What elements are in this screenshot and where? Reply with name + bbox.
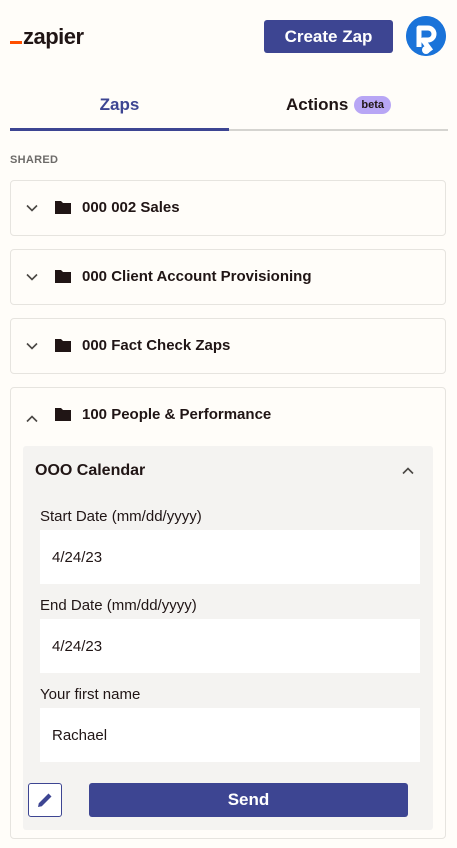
zapier-logo[interactable]: zapier [10, 24, 84, 48]
folder-icon [55, 339, 71, 352]
folder-name: 000 Fact Check Zaps [82, 337, 231, 354]
folder-row[interactable]: 000 Fact Check Zaps [10, 318, 446, 374]
tab-bar: Zaps Actions beta [10, 80, 448, 132]
avatar[interactable] [406, 16, 446, 56]
end-date-label: End Date (mm/dd/yyyy) [40, 597, 197, 614]
user-avatar-icon [406, 16, 446, 56]
logo-text: zapier [23, 24, 84, 49]
chevron-down-icon [26, 204, 38, 212]
start-date-label: Start Date (mm/dd/yyyy) [40, 508, 202, 525]
logo-dash [10, 41, 22, 44]
send-button[interactable]: Send [89, 783, 408, 817]
active-tab-indicator [10, 128, 229, 131]
section-label-shared: SHARED [10, 154, 59, 166]
tab-actions-label: Actions [286, 94, 349, 114]
tab-divider [229, 129, 448, 131]
header: zapier Create Zap [0, 0, 457, 70]
end-date-field[interactable]: 4/24/23 [40, 619, 420, 673]
folder-row[interactable]: 000 002 Sales [10, 180, 446, 236]
chevron-down-icon [26, 342, 38, 350]
first-name-label: Your first name [40, 686, 141, 703]
chevron-down-icon [26, 273, 38, 281]
zap-form-card: OOO Calendar Start Date (mm/dd/yyyy) 4/2… [23, 446, 433, 830]
tab-zaps-label: Zaps [99, 94, 140, 114]
beta-badge: beta [354, 95, 391, 114]
zap-title: OOO Calendar [35, 462, 146, 479]
folder-name[interactable]: 100 People & Performance [82, 406, 271, 423]
tab-actions[interactable]: Actions beta [229, 80, 448, 129]
folder-icon [55, 270, 71, 283]
chevron-up-icon[interactable] [401, 464, 415, 478]
pencil-icon [38, 793, 52, 807]
folder-icon [55, 201, 71, 214]
folder-icon [55, 408, 71, 421]
chevron-up-icon[interactable] [25, 412, 39, 426]
folder-expanded: 100 People & Performance OOO Calendar St… [10, 387, 446, 839]
folder-row[interactable]: 000 Client Account Provisioning [10, 249, 446, 305]
start-date-field[interactable]: 4/24/23 [40, 530, 420, 584]
tab-zaps[interactable]: Zaps [10, 80, 229, 129]
folder-name: 000 Client Account Provisioning [82, 268, 312, 285]
first-name-field[interactable]: Rachael [40, 708, 420, 762]
edit-zap-button[interactable] [28, 783, 62, 817]
folder-name: 000 002 Sales [82, 199, 180, 216]
create-zap-button[interactable]: Create Zap [264, 20, 393, 53]
